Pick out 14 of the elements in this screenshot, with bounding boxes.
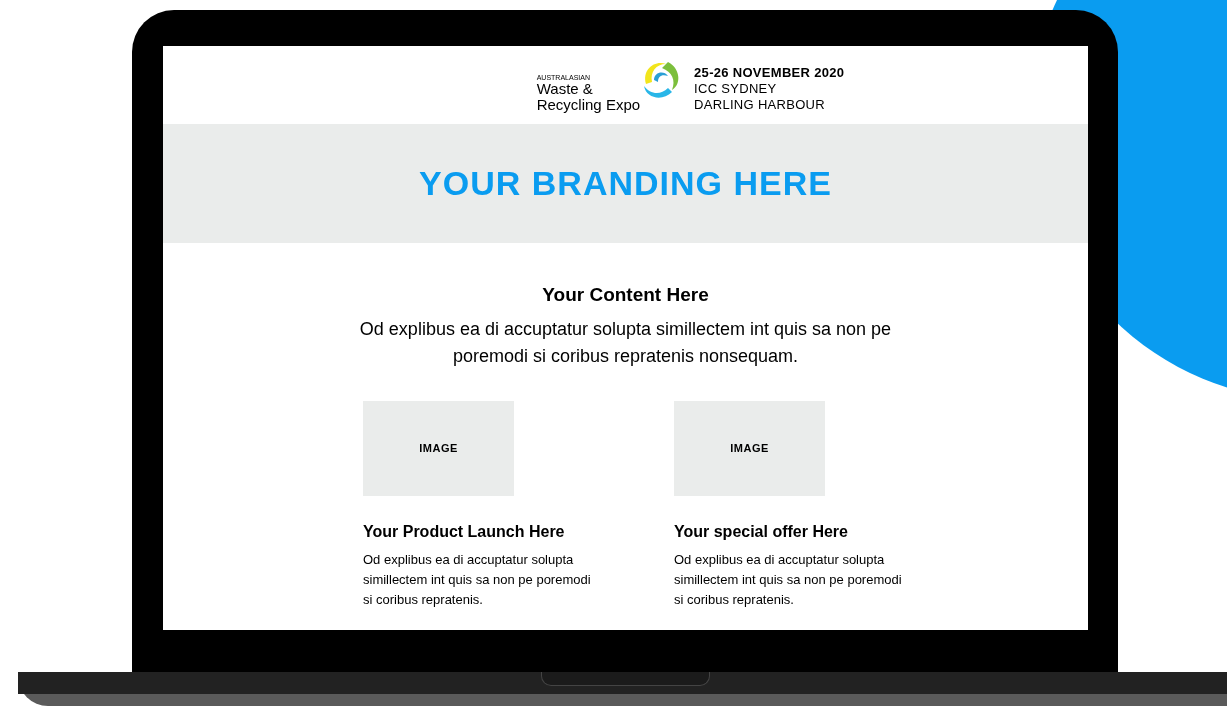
image-label: IMAGE xyxy=(419,440,458,456)
logo-name-text: Recycling Expo xyxy=(536,96,641,113)
event-venue: DARLING HARBOUR xyxy=(694,97,826,113)
section-heading: Your special offer Here xyxy=(674,521,849,542)
branding-title: YOUR BRANDING HERE xyxy=(419,163,832,204)
content-heading: Your Content Here xyxy=(541,283,710,307)
event-venue: ICC SYDNEY xyxy=(694,81,778,97)
content-paragraph: Od explibus ea di accuptatur solupta simillectem int quis sa non pe poremodi si coribus repratenis nonsequam. xyxy=(358,317,893,368)
section-paragraph: Od explibus ea di accuptatur solupta simillectem int quis sa non pe poremodi si coribus repratenis. xyxy=(363,550,591,609)
event-date: 25-26 NOVEMBER 2020 xyxy=(694,65,845,81)
section-paragraph: Od explibus ea di accuptatur solupta simillectem int quis sa non pe poremodi si coribus repratenis. xyxy=(674,550,902,609)
section-heading: Your Product Launch Here xyxy=(363,521,566,542)
image-label: IMAGE xyxy=(730,440,769,456)
logo-name-text: Waste & xyxy=(536,80,594,97)
